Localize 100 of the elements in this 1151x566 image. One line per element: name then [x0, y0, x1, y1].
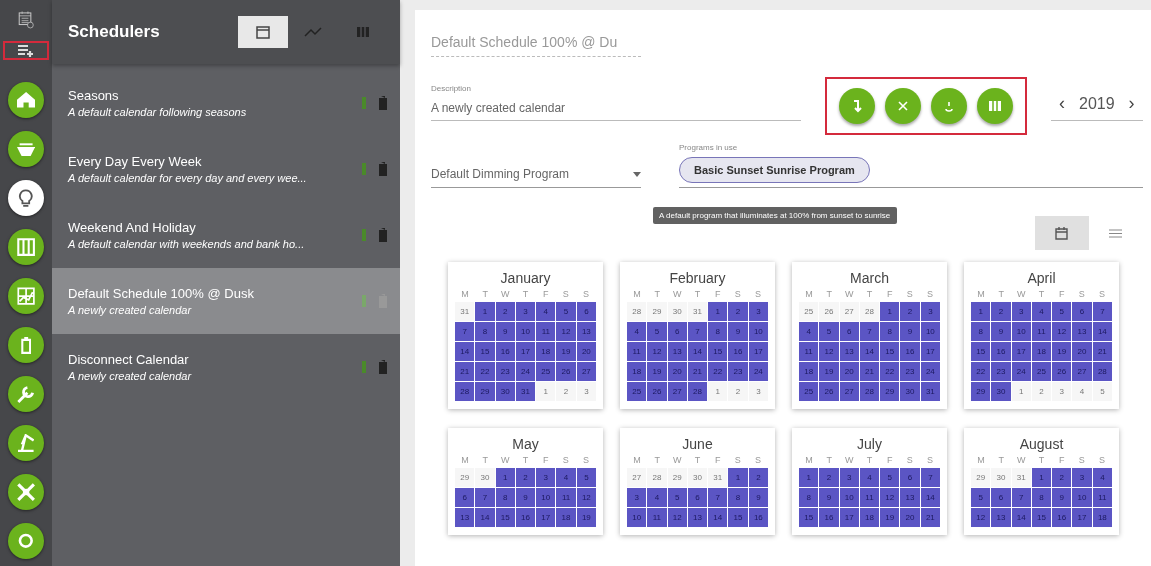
day-cell[interactable]: 8 — [971, 322, 991, 341]
day-cell[interactable]: 28 — [647, 468, 667, 487]
day-cell[interactable]: 29 — [667, 468, 687, 487]
day-cell[interactable]: 4 — [1092, 468, 1112, 487]
nav-button[interactable] — [8, 327, 44, 363]
day-cell[interactable]: 17 — [515, 342, 536, 361]
day-cell[interactable]: 27 — [576, 362, 596, 381]
day-cell[interactable]: 13 — [667, 342, 687, 361]
day-cell[interactable]: 31 — [687, 302, 708, 321]
day-cell[interactable]: 9 — [1052, 488, 1072, 507]
day-cell[interactable]: 24 — [748, 362, 768, 381]
view-toggle-button[interactable] — [1034, 216, 1089, 250]
day-cell[interactable]: 24 — [1011, 362, 1031, 381]
day-cell[interactable]: 30 — [687, 468, 708, 487]
day-cell[interactable]: 3 — [515, 302, 536, 321]
trash-icon[interactable] — [378, 360, 388, 374]
day-cell[interactable]: 14 — [1011, 508, 1031, 527]
day-cell[interactable]: 31 — [1011, 468, 1031, 487]
day-cell[interactable]: 16 — [728, 342, 748, 361]
day-cell[interactable]: 2 — [728, 302, 748, 321]
day-cell[interactable]: 14 — [859, 342, 880, 361]
day-cell[interactable]: 9 — [748, 488, 768, 507]
day-cell[interactable]: 1 — [708, 302, 728, 321]
program-chip[interactable]: Basic Sunset Sunrise Program — [679, 157, 870, 183]
day-cell[interactable]: 27 — [627, 468, 647, 487]
day-cell[interactable]: 6 — [839, 322, 859, 341]
day-cell[interactable]: 5 — [880, 468, 900, 487]
day-cell[interactable]: 15 — [495, 508, 515, 527]
day-cell[interactable]: 7 — [1092, 302, 1112, 321]
day-cell[interactable]: 22 — [971, 362, 991, 381]
day-cell[interactable]: 7 — [920, 468, 940, 487]
day-cell[interactable]: 2 — [728, 382, 748, 401]
day-cell[interactable]: 26 — [819, 302, 839, 321]
day-cell[interactable]: 29 — [647, 302, 667, 321]
day-cell[interactable]: 4 — [799, 322, 819, 341]
day-cell[interactable]: 1 — [880, 302, 900, 321]
day-cell[interactable]: 17 — [536, 508, 556, 527]
day-cell[interactable]: 2 — [1031, 382, 1052, 401]
day-cell[interactable]: 17 — [748, 342, 768, 361]
day-cell[interactable]: 31 — [708, 468, 728, 487]
day-cell[interactable]: 25 — [627, 382, 647, 401]
day-cell[interactable]: 10 — [1011, 322, 1031, 341]
day-cell[interactable]: 3 — [627, 488, 647, 507]
day-cell[interactable]: 28 — [1092, 362, 1112, 381]
day-cell[interactable]: 10 — [1072, 488, 1092, 507]
day-cell[interactable]: 15 — [799, 508, 819, 527]
day-cell[interactable]: 30 — [991, 468, 1011, 487]
day-cell[interactable]: 23 — [900, 362, 920, 381]
day-cell[interactable]: 21 — [1092, 342, 1112, 361]
day-cell[interactable]: 30 — [495, 382, 515, 401]
day-cell[interactable]: 22 — [880, 362, 900, 381]
day-cell[interactable]: 5 — [556, 302, 576, 321]
add-list-icon[interactable] — [17, 43, 35, 58]
day-cell[interactable]: 23 — [495, 362, 515, 381]
day-cell[interactable]: 6 — [687, 488, 708, 507]
day-cell[interactable]: 13 — [687, 508, 708, 527]
day-cell[interactable]: 14 — [1092, 322, 1112, 341]
nav-button[interactable] — [8, 180, 44, 216]
day-cell[interactable]: 10 — [748, 322, 768, 341]
day-cell[interactable]: 25 — [536, 362, 556, 381]
day-cell[interactable]: 18 — [859, 508, 880, 527]
day-cell[interactable]: 4 — [556, 468, 576, 487]
day-cell[interactable]: 1 — [1031, 468, 1052, 487]
day-cell[interactable]: 23 — [991, 362, 1011, 381]
day-cell[interactable]: 13 — [839, 342, 859, 361]
day-cell[interactable]: 7 — [455, 322, 475, 341]
day-cell[interactable]: 12 — [576, 488, 596, 507]
day-cell[interactable]: 3 — [1052, 382, 1072, 401]
day-cell[interactable]: 10 — [920, 322, 940, 341]
nav-button[interactable] — [8, 278, 44, 314]
scheduler-item[interactable]: Disconnect Calendar A newly created calendar — [52, 334, 400, 400]
day-cell[interactable]: 8 — [728, 488, 748, 507]
day-cell[interactable]: 25 — [1031, 362, 1052, 381]
nav-button[interactable] — [8, 229, 44, 265]
day-cell[interactable]: 10 — [515, 322, 536, 341]
nav-button[interactable] — [8, 523, 44, 559]
day-cell[interactable]: 14 — [708, 508, 728, 527]
day-cell[interactable]: 27 — [839, 302, 859, 321]
day-cell[interactable]: 16 — [515, 508, 536, 527]
day-cell[interactable]: 12 — [647, 342, 667, 361]
day-cell[interactable]: 6 — [1072, 302, 1092, 321]
trash-icon[interactable] — [378, 228, 388, 242]
day-cell[interactable]: 30 — [991, 382, 1011, 401]
day-cell[interactable]: 1 — [495, 468, 515, 487]
day-cell[interactable]: 2 — [900, 302, 920, 321]
day-cell[interactable]: 23 — [728, 362, 748, 381]
day-cell[interactable]: 30 — [475, 468, 495, 487]
day-cell[interactable]: 30 — [900, 382, 920, 401]
day-cell[interactable]: 27 — [1072, 362, 1092, 381]
day-cell[interactable]: 5 — [819, 322, 839, 341]
day-cell[interactable]: 3 — [1011, 302, 1031, 321]
day-cell[interactable]: 8 — [495, 488, 515, 507]
next-year-button[interactable]: › — [1128, 93, 1135, 114]
day-cell[interactable]: 5 — [1052, 302, 1072, 321]
day-cell[interactable]: 3 — [748, 302, 768, 321]
day-cell[interactable]: 29 — [971, 468, 991, 487]
day-cell[interactable]: 15 — [475, 342, 495, 361]
day-cell[interactable]: 19 — [576, 508, 596, 527]
day-cell[interactable]: 15 — [880, 342, 900, 361]
day-cell[interactable]: 16 — [900, 342, 920, 361]
